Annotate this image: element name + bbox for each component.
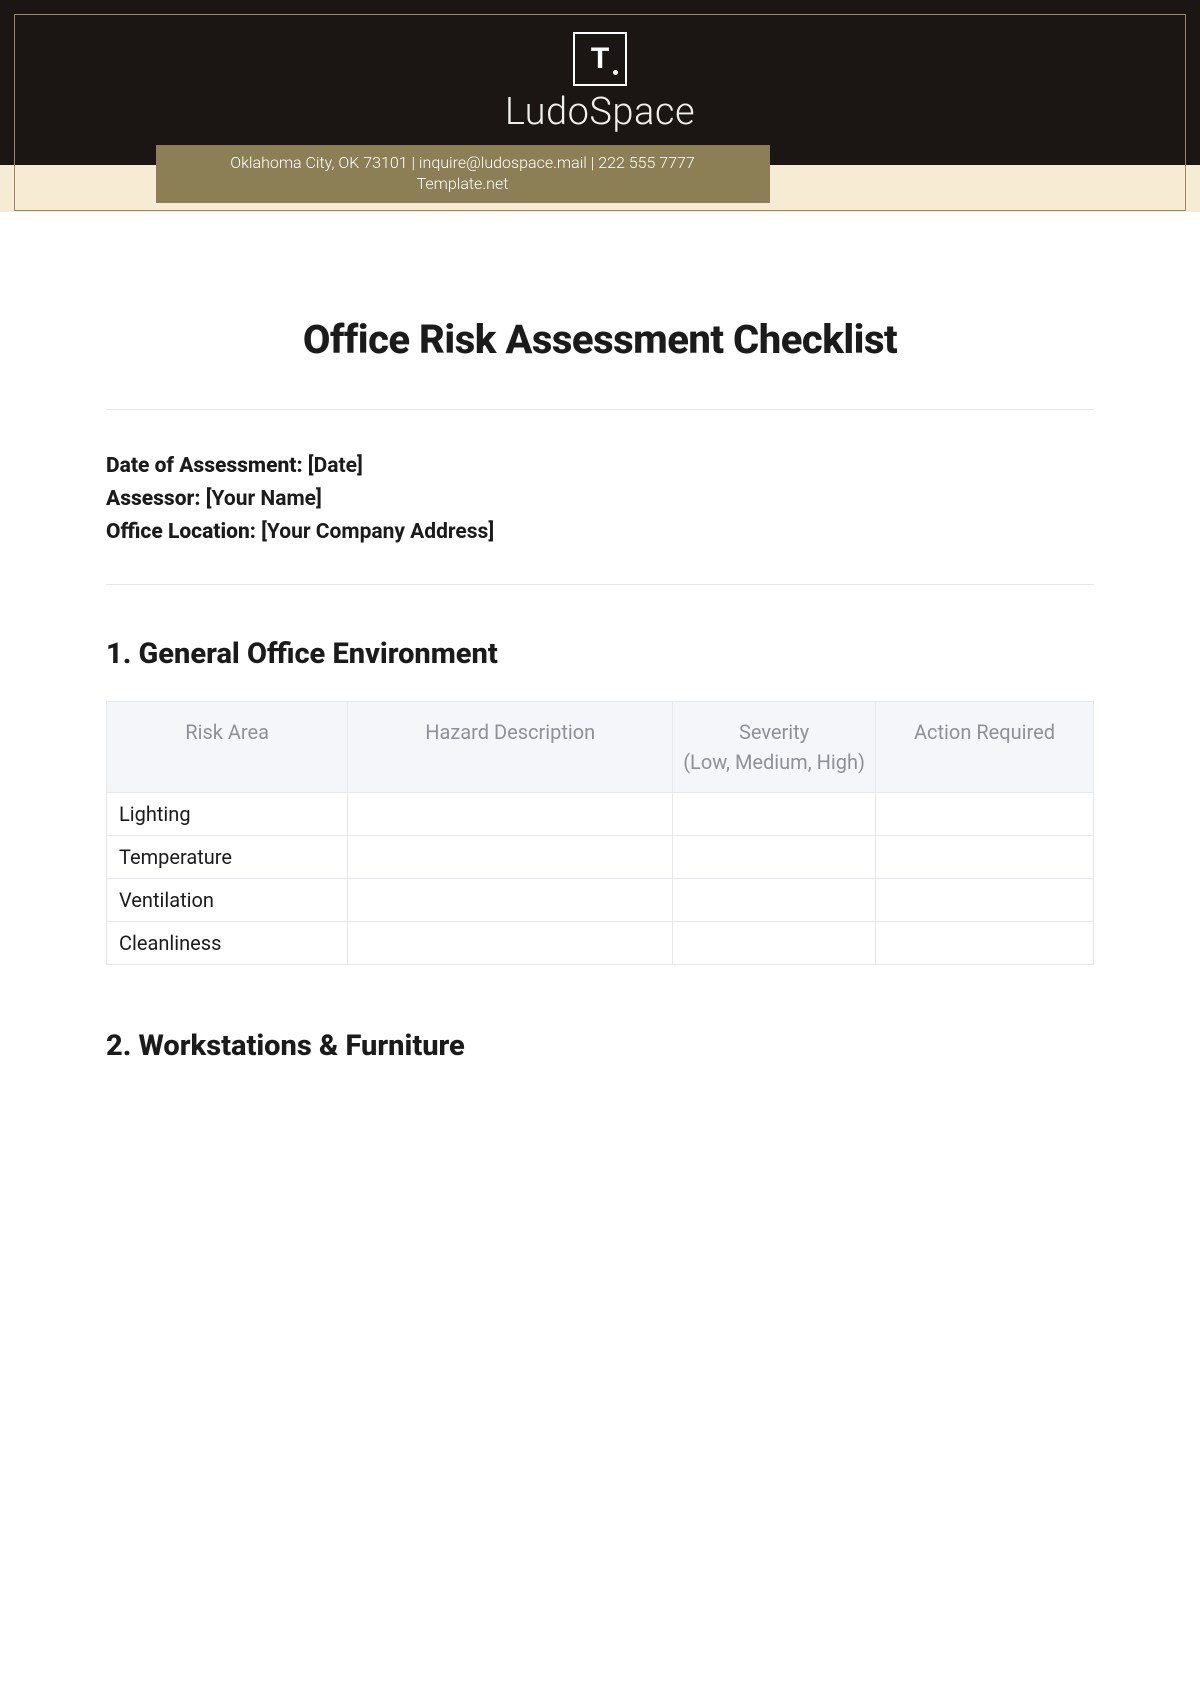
meta-location-label: Office Location:: [106, 520, 256, 544]
table-row: Ventilation: [107, 879, 1094, 922]
cell-hazard[interactable]: [348, 793, 673, 836]
table-row: Lighting: [107, 793, 1094, 836]
cell-action[interactable]: [876, 793, 1094, 836]
logo-letter: T: [591, 42, 609, 75]
divider: [106, 409, 1094, 410]
meta-assessor-value: [Your Name]: [206, 487, 322, 511]
meta-assessor-label: Assessor:: [106, 487, 200, 511]
col-severity-label: Severity: [739, 720, 809, 744]
divider: [106, 584, 1094, 585]
table-row: Cleanliness: [107, 922, 1094, 965]
section-heading-1: 1. General Office Environment: [106, 637, 1094, 671]
cell-risk-area: Lighting: [107, 793, 348, 836]
content: Office Risk Assessment Checklist Date of…: [0, 316, 1200, 1063]
cell-risk-area: Ventilation: [107, 879, 348, 922]
section-heading-2: 2. Workstations & Furniture: [106, 1029, 1094, 1063]
contact-line: Oklahoma City, OK 73101 | inquire@ludosp…: [176, 153, 750, 174]
meta-assessor: Assessor: [Your Name]: [106, 487, 1094, 511]
cell-risk-area: Cleanliness: [107, 922, 348, 965]
logo-icon: T: [573, 32, 627, 86]
cell-severity[interactable]: [673, 793, 876, 836]
col-hazard: Hazard Description: [348, 702, 673, 793]
logo-block: T LudoSpace: [0, 0, 1200, 134]
meta-date-value: [Date]: [308, 454, 363, 478]
cell-action[interactable]: [876, 922, 1094, 965]
table-header-row: Risk Area Hazard Description Severity (L…: [107, 702, 1094, 793]
col-risk-area: Risk Area: [107, 702, 348, 793]
header-black-band: T LudoSpace: [0, 0, 1200, 165]
cell-hazard[interactable]: [348, 836, 673, 879]
logo-dot-icon: [613, 70, 618, 75]
table-row: Temperature: [107, 836, 1094, 879]
template-line: Template.net: [176, 174, 750, 195]
cell-action[interactable]: [876, 836, 1094, 879]
page-title: Office Risk Assessment Checklist: [106, 316, 1094, 363]
contact-bar: Oklahoma City, OK 73101 | inquire@ludosp…: [156, 145, 770, 203]
cell-severity[interactable]: [673, 922, 876, 965]
cell-severity[interactable]: [673, 836, 876, 879]
meta-date: Date of Assessment: [Date]: [106, 454, 1094, 478]
meta-location: Office Location: [Your Company Address]: [106, 520, 1094, 544]
cell-risk-area: Temperature: [107, 836, 348, 879]
cell-hazard[interactable]: [348, 879, 673, 922]
meta-date-label: Date of Assessment:: [106, 454, 303, 478]
col-severity: Severity (Low, Medium, High): [673, 702, 876, 793]
col-severity-sub: (Low, Medium, High): [683, 750, 865, 774]
meta-location-value: [Your Company Address]: [261, 520, 494, 544]
cell-severity[interactable]: [673, 879, 876, 922]
risk-table-1: Risk Area Hazard Description Severity (L…: [106, 701, 1094, 965]
header-region: T LudoSpace Oklahoma City, OK 73101 | in…: [0, 0, 1200, 224]
cell-hazard[interactable]: [348, 922, 673, 965]
col-action: Action Required: [876, 702, 1094, 793]
cell-action[interactable]: [876, 879, 1094, 922]
company-name: LudoSpace: [0, 90, 1200, 134]
